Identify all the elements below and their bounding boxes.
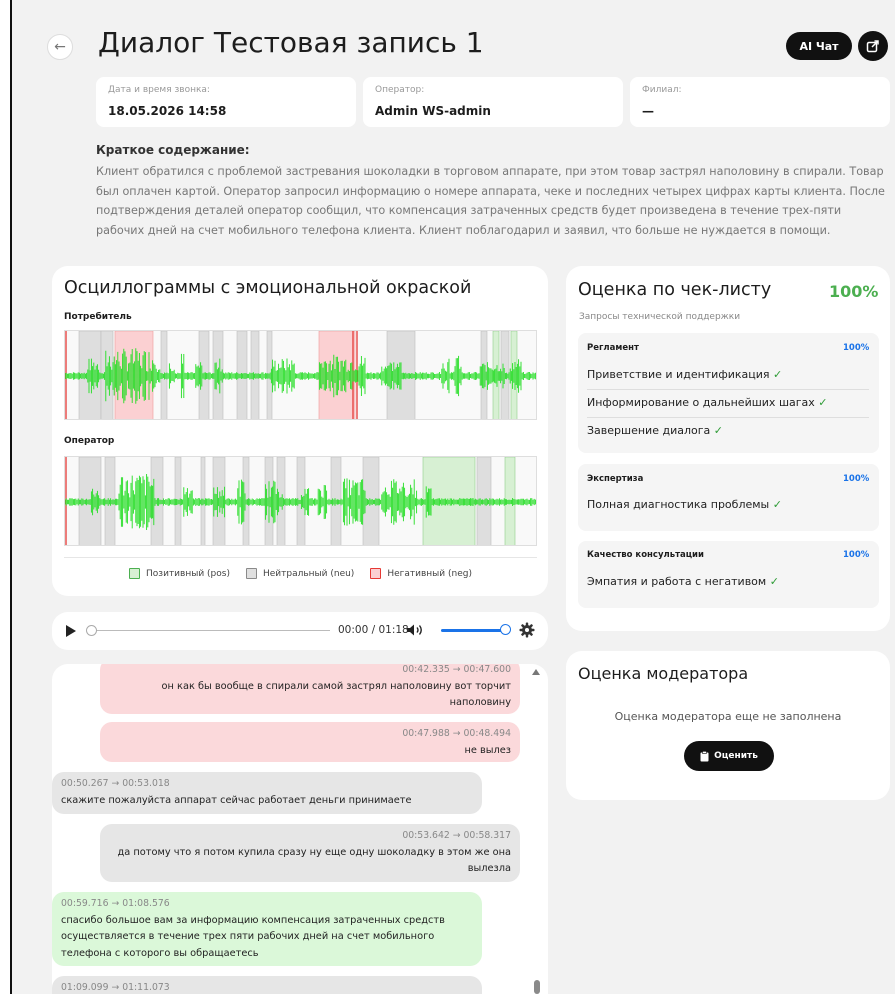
check-icon: ✓: [713, 424, 723, 437]
datetime-label: Дата и время звонка:: [108, 85, 210, 95]
summary-text: Клиент обратился с проблемой застревания…: [96, 165, 885, 237]
group-percent: 100%: [843, 474, 870, 484]
transcript-message: 00:47.988 → 00:48.494 не вылез: [100, 722, 520, 762]
transcript-message: 01:09.099 → 01:11.073: [52, 976, 482, 994]
rate-button[interactable]: Оценить: [684, 741, 774, 771]
play-icon[interactable]: [66, 625, 76, 637]
ai-chat-button[interactable]: AI Чат: [786, 32, 852, 60]
legend-neutral: Нейтральный (neu): [245, 568, 355, 579]
operator-waveform[interactable]: [64, 456, 537, 546]
consumer-label: Потребитель: [64, 312, 132, 322]
legend-negative: Негативный (neg): [370, 568, 472, 579]
scrollbar-thumb[interactable]: [534, 980, 540, 994]
legend-positive: Позитивный (pos): [129, 568, 230, 579]
gear-icon[interactable]: [519, 622, 535, 638]
checklist-item: Полная диагностика проблемы ✓: [587, 498, 782, 511]
check-icon: ✓: [769, 575, 779, 588]
emotion-legend: Позитивный (pos) Нейтральный (neu) Негат…: [64, 568, 537, 579]
checklist-item: Информирование о дальнейших шагах ✓: [587, 396, 828, 409]
checklist-item: Приветствие и идентификация ✓: [587, 368, 782, 381]
operator-value: Admin WS-admin: [375, 104, 491, 118]
transcript-message: 00:59.716 → 01:08.576 спасибо большое ва…: [52, 892, 482, 966]
item-divider: [587, 417, 869, 418]
message-text: не вылез: [464, 744, 511, 756]
checklist-item: Завершение диалога ✓: [587, 424, 723, 437]
check-icon: ✓: [772, 498, 782, 511]
operator-label: Оператор:: [375, 85, 425, 95]
consumer-emotion-segment: [236, 331, 248, 419]
consumer-emotion-segment: [114, 331, 154, 419]
checklist-title: Оценка по чек-листу: [578, 280, 772, 300]
scroll-up-arrow[interactable]: [532, 669, 540, 675]
branch-label: Филиал:: [642, 85, 682, 95]
share-icon: [866, 40, 879, 53]
seek-handle[interactable]: [86, 625, 97, 636]
oscillogram-title: Осциллограммы с эмоциональной окраской: [64, 278, 472, 298]
transcript-message: 00:53.642 → 00:58.317 да потому что я по…: [100, 824, 520, 882]
transcript-message: 00:50.267 → 00:53.018 скажите пожалуйста…: [52, 772, 482, 814]
checklist-item-label: Полная диагностика проблемы: [587, 498, 770, 511]
message-text: он как бы вообще в спирали самой застрял…: [161, 680, 511, 709]
info-card-operator: Оператор: Admin WS-admin: [363, 77, 623, 127]
moderator-empty-text: Оценка модератора еще не заполнена: [614, 710, 842, 723]
volume-icon[interactable]: [406, 623, 428, 637]
info-card-datetime: Дата и время звонка: 18.05.2026 14:58: [96, 77, 356, 127]
legend-negative-swatch: [370, 568, 382, 579]
message-timestamp: 00:50.267 → 00:53.018: [61, 778, 170, 789]
checklist-item-label: Приветствие и идентификация: [587, 368, 770, 381]
group-label: Регламент: [587, 343, 639, 353]
legend-neutral-swatch: [245, 568, 257, 579]
message-text: спасибо большое вам за информацию компен…: [61, 914, 445, 959]
message-timestamp: 01:09.099 → 01:11.073: [61, 982, 170, 993]
group-percent: 100%: [843, 343, 870, 353]
group-percent: 100%: [843, 550, 870, 560]
checklist-item-label: Завершение диалога: [587, 424, 711, 437]
message-timestamp: 00:59.716 → 01:08.576: [61, 898, 170, 909]
back-button[interactable]: ←: [47, 34, 73, 60]
message-timestamp: 00:47.988 → 00:48.494: [402, 728, 511, 739]
check-icon: ✓: [773, 368, 783, 381]
transcript-panel[interactable]: 00:42.335 → 00:47.600 он как бы вообще в…: [52, 664, 548, 994]
clipboard-icon: [700, 750, 709, 761]
message-timestamp: 00:53.642 → 00:58.317: [402, 830, 511, 841]
checklist-item-label: Информирование о дальнейших шагах: [587, 396, 815, 409]
page-title: Диалог Тестовая запись 1: [98, 26, 484, 59]
seek-bar[interactable]: [90, 630, 330, 631]
checklist-total-percent: 100%: [829, 282, 879, 301]
volume-handle[interactable]: [500, 624, 511, 635]
consumer-emotion-segment: [212, 331, 224, 419]
check-icon: ✓: [818, 396, 828, 409]
operator-wave-label: Оператор: [64, 436, 115, 446]
consumer-waveform[interactable]: [64, 330, 537, 420]
rate-button-label: Оценить: [714, 751, 758, 761]
message-text: да потому что я потом купила сразу ну ещ…: [117, 846, 511, 875]
branch-value: —: [642, 104, 654, 118]
operator-emotion-segment: [104, 457, 116, 545]
legend-neutral-label: Нейтральный (neu): [262, 568, 355, 579]
volume-slider[interactable]: [441, 629, 506, 632]
playback-time: 00:00 / 01:18: [338, 624, 409, 636]
legend-positive-label: Позитивный (pos): [146, 568, 230, 579]
legend-positive-swatch: [129, 568, 141, 579]
legend-divider: [64, 557, 537, 558]
message-timestamp: 00:42.335 → 00:47.600: [402, 664, 511, 675]
datetime-value: 18.05.2026 14:58: [108, 104, 227, 118]
group-label: Качество консультации: [587, 550, 704, 560]
message-text: скажите пожалуйста аппарат сейчас работа…: [61, 794, 412, 806]
checklist-item-label: Эмпатия и работа с негативом: [587, 575, 767, 588]
consumer-waveform-trace: [65, 348, 536, 404]
checklist-subtitle: Запросы технической поддержки: [579, 312, 741, 322]
info-card-branch: Филиал: —: [630, 77, 890, 127]
checklist-item: Эмпатия и работа с негативом ✓: [587, 575, 779, 588]
share-button[interactable]: [858, 31, 888, 61]
moderator-title: Оценка модератора: [578, 664, 749, 683]
transcript-message: 00:42.335 → 00:47.600 он как бы вообще в…: [100, 664, 520, 714]
item-divider: [587, 389, 869, 390]
arrow-left-icon: ←: [54, 39, 66, 55]
summary-heading: Краткое содержание:: [96, 143, 250, 157]
group-label: Экспертиза: [587, 474, 644, 484]
legend-negative-label: Негативный (neg): [387, 568, 472, 579]
